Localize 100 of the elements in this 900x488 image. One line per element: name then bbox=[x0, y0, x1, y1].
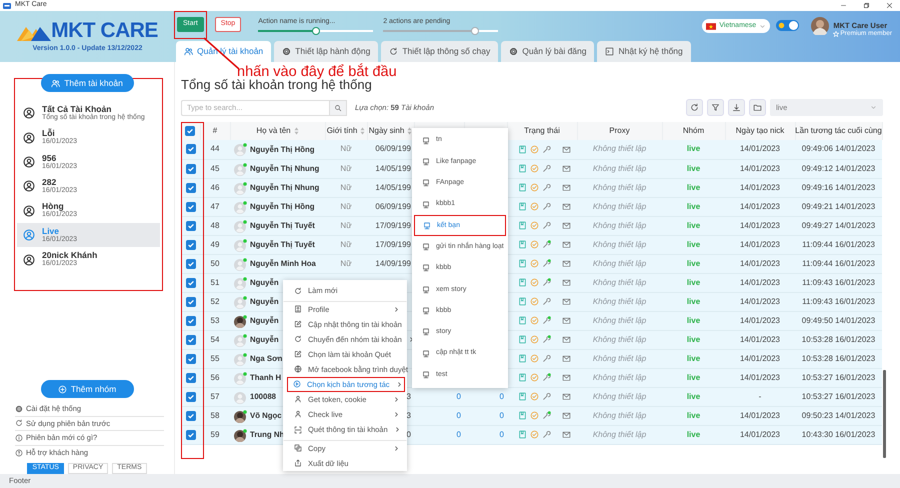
checkbox[interactable] bbox=[186, 316, 196, 326]
checkbox[interactable] bbox=[186, 354, 196, 364]
group-title: Hòng bbox=[42, 202, 64, 212]
settings-icon bbox=[509, 47, 518, 56]
check-circle-icon bbox=[530, 411, 539, 420]
filter-button[interactable] bbox=[707, 99, 724, 116]
notebook-icon bbox=[518, 144, 527, 154]
table-cell: 52 bbox=[200, 292, 230, 311]
monitor-icon bbox=[423, 222, 431, 230]
checkbox[interactable] bbox=[186, 410, 196, 420]
table-cell: Nữ bbox=[325, 178, 367, 197]
table-cell: 11:09:44 16/01/2023 bbox=[795, 254, 882, 273]
chevron-down-icon bbox=[870, 104, 877, 111]
checkbox[interactable] bbox=[186, 430, 196, 440]
column-header: Nhóm bbox=[682, 126, 704, 136]
table-cell: 14/01/2023 bbox=[725, 159, 795, 178]
user-circle-icon bbox=[23, 180, 35, 192]
settings-icon bbox=[282, 47, 292, 56]
monitor-icon bbox=[422, 286, 430, 294]
checkbox[interactable] bbox=[186, 164, 196, 174]
person-icon bbox=[294, 410, 302, 418]
column-header: Họ và tên bbox=[256, 126, 291, 136]
filter-icon bbox=[711, 103, 720, 112]
checkbox[interactable] bbox=[186, 220, 196, 230]
notebook-icon bbox=[518, 164, 527, 173]
search-button[interactable] bbox=[329, 100, 347, 116]
checkbox[interactable] bbox=[186, 296, 196, 306]
checkbox[interactable] bbox=[186, 372, 196, 382]
table-cell: Không thiết lập bbox=[577, 311, 662, 330]
tab[interactable]: Quản lý bài đăng bbox=[501, 41, 594, 62]
tab[interactable]: Nhật ký hệ thống bbox=[597, 41, 691, 62]
table-cell: live bbox=[662, 254, 725, 273]
table-cell: 51 bbox=[200, 273, 230, 292]
checkbox[interactable] bbox=[186, 334, 196, 344]
progress-thumb[interactable] bbox=[471, 27, 480, 35]
chevron-down-icon bbox=[759, 22, 766, 30]
info-icon bbox=[15, 434, 23, 442]
table-cell: Không thiết lập bbox=[577, 387, 662, 406]
chevron-right-icon bbox=[393, 444, 400, 452]
user-circle-icon bbox=[23, 132, 35, 144]
check-circle-icon bbox=[530, 202, 539, 211]
table-cell: 14/05/199 bbox=[367, 178, 414, 197]
check-circle-icon bbox=[530, 297, 539, 306]
column-header: Trạng thái bbox=[524, 126, 560, 136]
table-cell: 14/01/2023 bbox=[725, 235, 795, 254]
table-cell: Không thiết lập bbox=[577, 159, 662, 178]
chevron-right-icon bbox=[396, 380, 402, 388]
monitor-icon bbox=[422, 200, 430, 209]
mail-icon bbox=[562, 297, 571, 306]
table-cell: 59 bbox=[200, 425, 230, 444]
scrollbar-thumb[interactable] bbox=[883, 370, 886, 458]
theme-toggle[interactable] bbox=[776, 20, 800, 31]
mail-icon bbox=[562, 144, 571, 154]
progress-thumb[interactable] bbox=[312, 27, 320, 35]
table-cell: Không thiết lập bbox=[577, 292, 662, 311]
mail-icon bbox=[562, 316, 571, 325]
refresh-icon bbox=[15, 419, 23, 428]
table-cell: 10:43:30 16/01/2023 bbox=[795, 425, 882, 444]
add-group-button[interactable]: Thêm nhóm bbox=[40, 380, 134, 398]
tab[interactable]: Thiết lập hành động bbox=[274, 41, 378, 62]
table-cell: 0 bbox=[464, 425, 507, 444]
notebook-icon bbox=[518, 392, 527, 401]
checkbox[interactable] bbox=[186, 258, 196, 268]
table-cell: 10:53:27 16/01/2023 bbox=[795, 368, 882, 387]
folder-icon bbox=[753, 103, 762, 112]
sort-icon bbox=[294, 127, 299, 135]
table-cell: 17/09/199 bbox=[367, 216, 414, 235]
check-circle-icon bbox=[530, 335, 539, 344]
notebook-icon bbox=[518, 430, 527, 439]
checkbox[interactable] bbox=[186, 392, 196, 402]
add-account-button[interactable]: Thêm tài khoản bbox=[40, 74, 134, 92]
table-cell: 14/01/2023 bbox=[725, 349, 795, 368]
highlight-frame bbox=[174, 11, 207, 39]
check-circle-icon bbox=[530, 221, 539, 230]
checkbox[interactable] bbox=[186, 240, 196, 250]
table-cell: 09:49:06 14/01/2023 bbox=[795, 140, 882, 159]
folder-button[interactable] bbox=[749, 99, 766, 116]
mail-icon bbox=[562, 373, 571, 382]
checkbox[interactable] bbox=[186, 144, 196, 154]
table-cell: live bbox=[662, 178, 725, 197]
checkbox[interactable] bbox=[186, 278, 196, 288]
checkbox[interactable] bbox=[186, 202, 196, 212]
check-circle-icon bbox=[530, 278, 539, 287]
download-button[interactable] bbox=[728, 99, 745, 116]
checkbox[interactable] bbox=[185, 126, 196, 136]
refresh-button[interactable] bbox=[686, 99, 703, 116]
table-cell: 14/01/2023 bbox=[725, 254, 795, 273]
table-cell: 58 bbox=[200, 406, 230, 425]
scan-icon bbox=[294, 426, 302, 434]
monitor-icon bbox=[422, 370, 430, 379]
table-cell: 56 bbox=[200, 368, 230, 387]
user-circle-icon bbox=[23, 254, 35, 266]
table-cell: live bbox=[662, 311, 725, 330]
table-cell: live bbox=[662, 216, 725, 235]
table-cell: live bbox=[662, 387, 725, 406]
mail-icon bbox=[562, 335, 571, 344]
notebook-icon bbox=[518, 373, 527, 382]
checkbox[interactable] bbox=[186, 182, 196, 192]
table-cell: 14/01/2023 bbox=[725, 425, 795, 444]
tab[interactable]: Thiết lập thông số chạy bbox=[381, 41, 498, 62]
